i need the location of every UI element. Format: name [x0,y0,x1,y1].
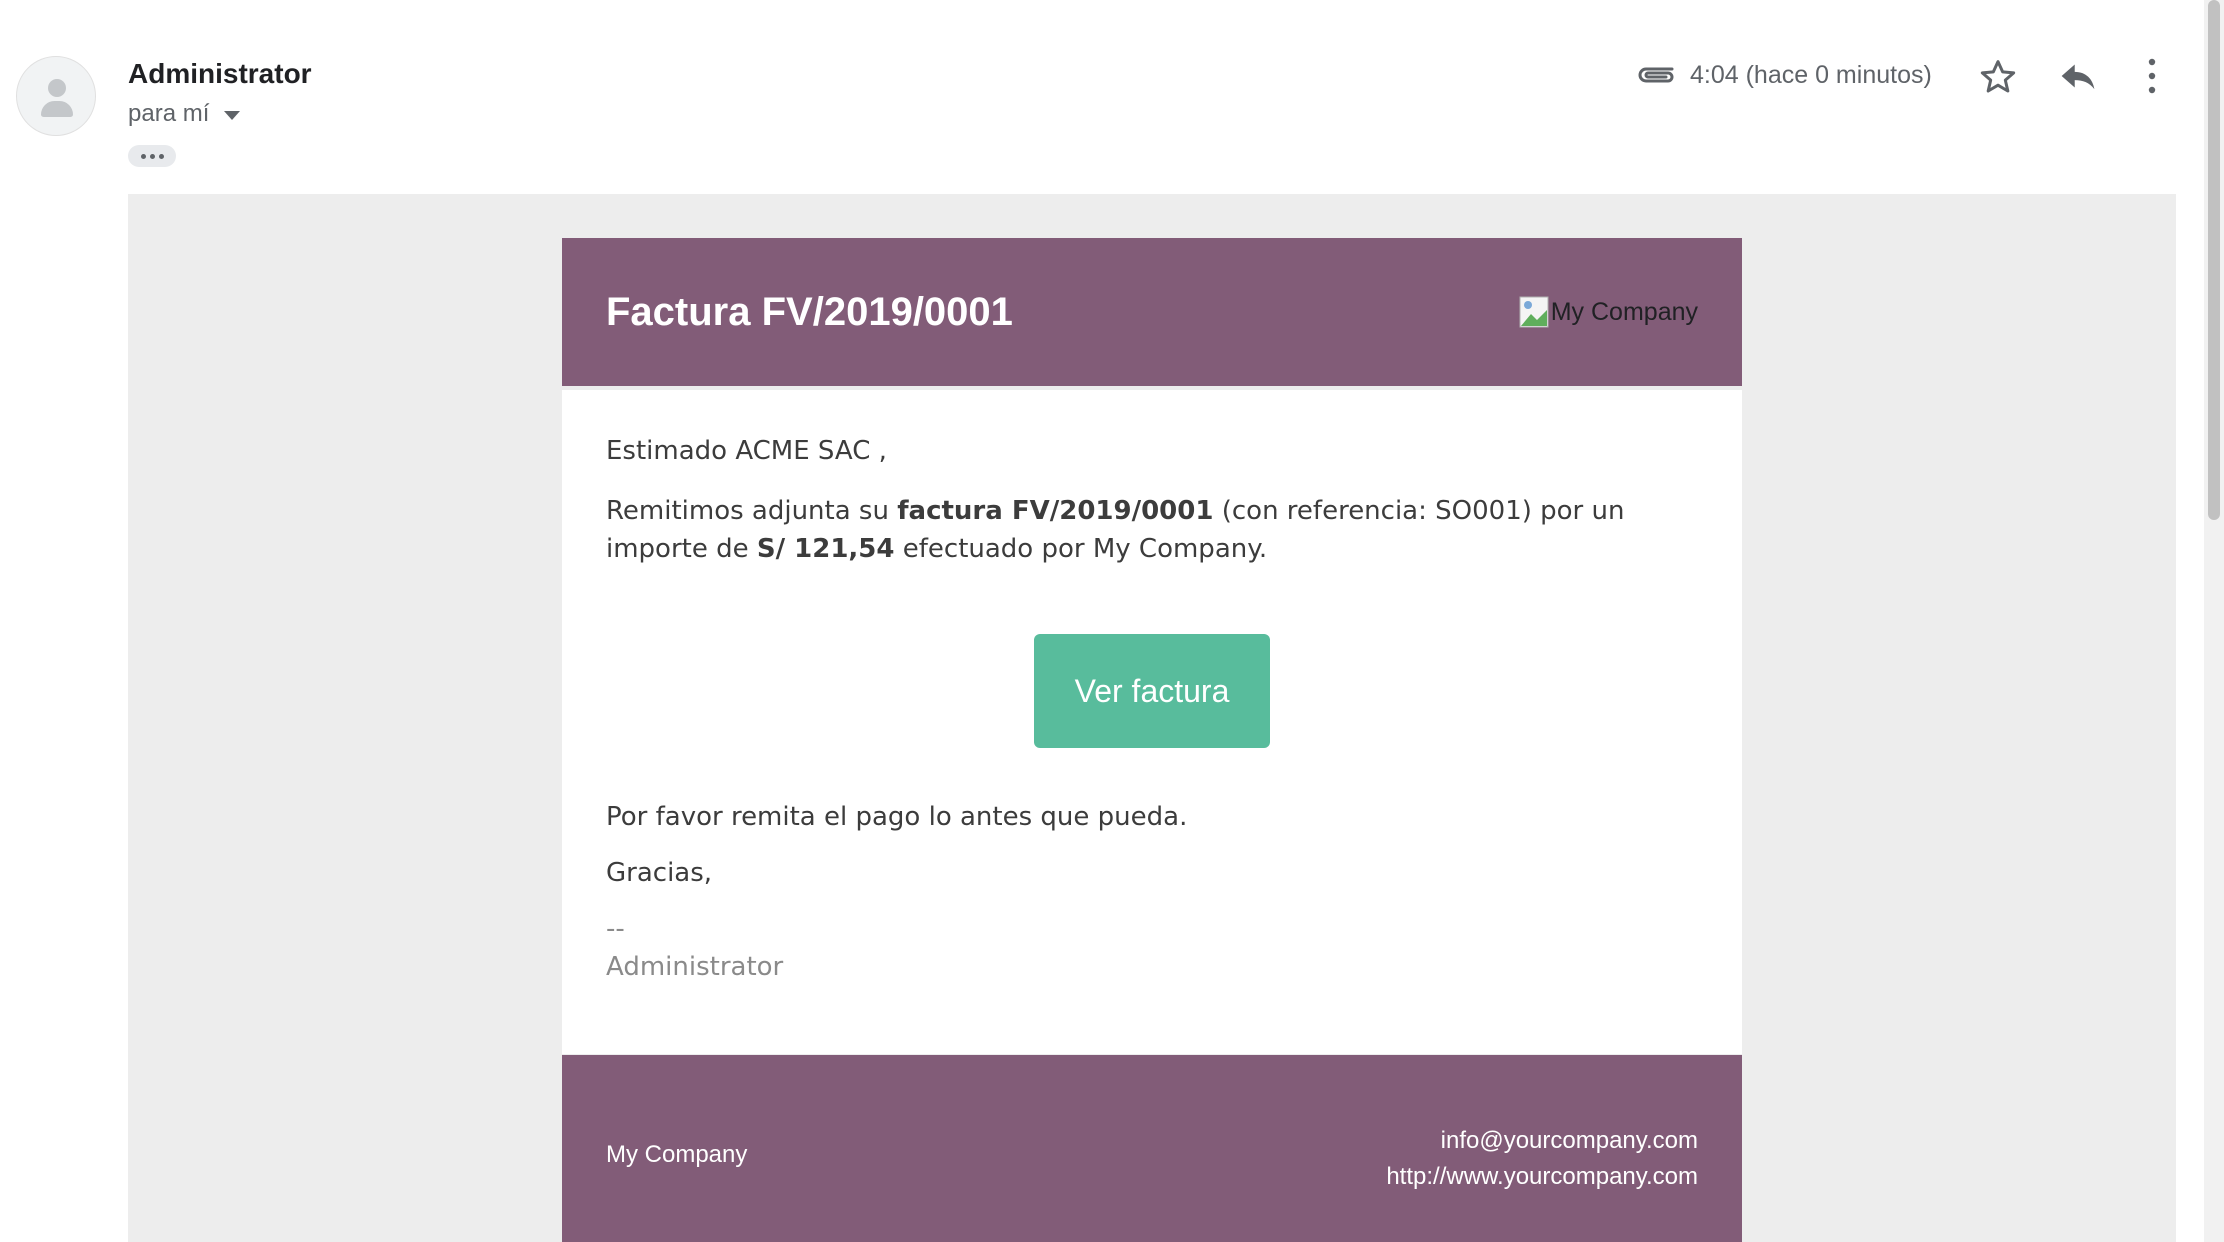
card-header: Factura FV/2019/0001 My Company [562,238,1742,386]
caret-down-icon[interactable] [224,111,240,120]
reply-icon[interactable] [2058,58,2098,94]
body-text: Remitimos adjunta su [606,496,898,526]
greeting-text: Estimado ACME SAC , [606,436,887,466]
scrollbar-thumb[interactable] [2208,0,2220,520]
signature-name: Administrator [606,952,784,982]
payment-note: Por favor remita el pago lo antes que pu… [606,802,1188,832]
company-logo: My Company [1519,296,1698,328]
invoice-amount: S/ 121,54 [756,534,895,564]
invoice-reference: factura FV/2019/0001 [897,496,1214,526]
thanks-text: Gracias, [606,858,713,888]
message-timestamp[interactable]: 4:04 (hace 0 minutos) [1690,61,1932,90]
invoice-email-card: Factura FV/2019/0001 My Company Estimado… [562,238,1742,1242]
card-body: Estimado ACME SAC , Remitimos adjunta su… [562,390,1742,1054]
footer-email-link[interactable]: info@yourcompany.com [1386,1123,1698,1159]
avatar-person-icon [48,79,66,97]
dot-icon [158,153,164,159]
sender-name[interactable]: Administrator [128,58,312,90]
dot-icon [149,153,155,159]
avatar-person-body [41,101,73,117]
more-vert-icon[interactable] [2144,56,2160,96]
signature-separator: -- [606,914,625,944]
footer-contact: info@yourcompany.com http://www.yourcomp… [1386,1123,1698,1195]
invoice-title: Factura FV/2019/0001 [606,289,1013,334]
sender-avatar[interactable] [16,56,96,136]
body-text: efectuado por My Company. [894,534,1268,564]
star-icon[interactable] [1978,57,2018,97]
view-invoice-button[interactable]: Ver factura [1034,634,1270,748]
attachment-icon [1638,67,1674,83]
show-trimmed-content-button[interactable] [128,145,176,167]
invoice-description: Remitimos adjunta su factura FV/2019/000… [606,492,1706,568]
footer-company-name: My Company [606,1141,748,1168]
broken-image-icon [1519,296,1549,328]
dot-icon [140,153,146,159]
recipient-label[interactable]: para mí [128,100,209,128]
card-footer: My Company info@yourcompany.com http://w… [562,1055,1742,1242]
footer-website-link[interactable]: http://www.yourcompany.com [1386,1159,1698,1195]
company-logo-alt-text: My Company [1550,297,1698,326]
